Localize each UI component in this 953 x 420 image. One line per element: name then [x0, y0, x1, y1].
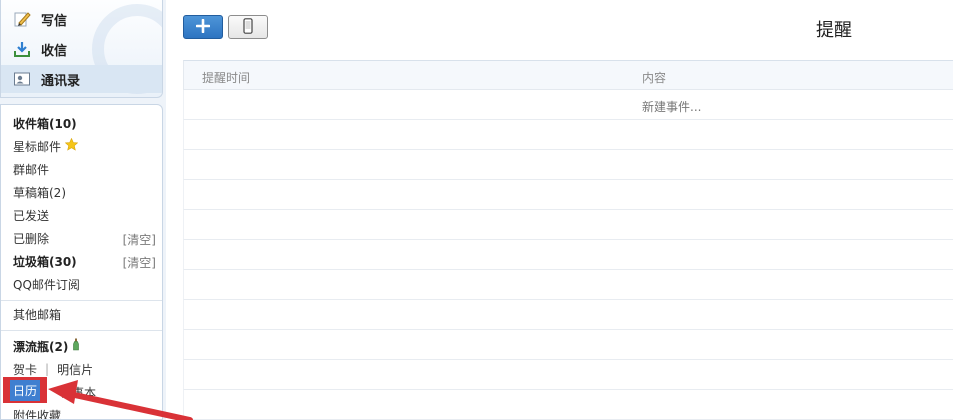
folder-subscriptions[interactable]: QQ邮件订阅	[13, 274, 80, 294]
calendar-link[interactable]: 日历	[3, 377, 47, 403]
folder-attachments-label: 附件收藏	[13, 408, 62, 420]
receive-label: 收信	[41, 43, 68, 59]
clear-deleted-button[interactable]: [清空]	[123, 231, 156, 248]
table-row	[183, 270, 953, 300]
folder-starred-label: 星标邮件	[13, 139, 62, 154]
receive-link[interactable]: 收信	[1, 35, 162, 63]
divider	[1, 300, 162, 301]
folder-inbox-label: 收件箱(10)	[13, 116, 77, 131]
folder-sent[interactable]: 已发送	[13, 205, 49, 225]
greeting-card-postcard-row: 贺卡 | 明信片	[13, 359, 93, 379]
notes-label: 记事本	[60, 385, 97, 400]
compose-link[interactable]: 写信	[1, 5, 162, 33]
folder-drift-bottle[interactable]: 漂流瓶(2)	[13, 336, 80, 356]
folder-deleted[interactable]: 已删除	[13, 228, 49, 248]
calendar-label: 日历	[9, 379, 40, 401]
inbox-download-icon	[13, 40, 31, 58]
toolbar: 提醒	[166, 0, 953, 58]
table-row	[183, 360, 953, 390]
folder-group-label: 群邮件	[13, 162, 50, 177]
compose-label: 写信	[41, 13, 68, 29]
mobile-phone-icon	[243, 17, 253, 37]
table-row	[183, 390, 953, 420]
plus-icon	[195, 18, 211, 36]
mobile-reminder-button[interactable]	[228, 15, 268, 39]
table-row	[183, 330, 953, 360]
sidebar: 写信 收信 通讯录 收件箱(10) 星标邮件 群邮件 草稿箱(2) 已发送 已删…	[0, 0, 166, 420]
pencil-icon	[13, 10, 31, 28]
notes-link[interactable]: 记事本	[60, 382, 96, 402]
add-reminder-button[interactable]	[183, 15, 223, 39]
divider	[1, 330, 162, 331]
folder-other-mailbox[interactable]: 其他邮箱	[13, 304, 61, 324]
table-row[interactable]: 新建事件...	[183, 90, 953, 120]
folder-spam[interactable]: 垃圾箱(30)	[13, 251, 77, 271]
clear-spam-button[interactable]: [清空]	[123, 254, 156, 271]
folder-drafts-label: 草稿箱(2)	[13, 185, 66, 200]
column-header-content: 内容	[642, 71, 667, 85]
greeting-card-link[interactable]: 贺卡	[13, 361, 37, 378]
column-header-time: 提醒时间	[202, 71, 251, 85]
reminder-table: 提醒时间 内容 新建事件...	[183, 60, 953, 420]
folder-other-mailbox-label: 其他邮箱	[13, 307, 62, 322]
contacts-label: 通讯录	[41, 73, 81, 89]
table-row	[183, 150, 953, 180]
postcard-link[interactable]: 明信片	[57, 361, 93, 378]
table-row	[183, 180, 953, 210]
folder-inbox[interactable]: 收件箱(10)	[13, 113, 77, 133]
table-row	[183, 120, 953, 150]
table-row	[183, 210, 953, 240]
folder-spam-label: 垃圾箱(30)	[13, 254, 77, 269]
star-icon	[64, 137, 79, 154]
page-title: 提醒	[816, 20, 852, 41]
folder-subscriptions-label: QQ邮件订阅	[13, 277, 80, 292]
folder-drift-bottle-label: 漂流瓶(2)	[13, 339, 69, 354]
table-row	[183, 300, 953, 330]
new-event-link[interactable]: 新建事件...	[642, 98, 701, 115]
folder-sent-label: 已发送	[13, 208, 50, 223]
quick-actions-panel: 写信 收信 通讯录	[0, 0, 163, 98]
folder-list: 收件箱(10) 星标邮件 群邮件 草稿箱(2) 已发送 已删除 [清空] 垃圾箱…	[0, 104, 163, 420]
folder-attachments[interactable]: 附件收藏	[13, 405, 61, 420]
main-content: 提醒 提醒时间 内容 新建事件...	[166, 0, 953, 420]
contacts-link[interactable]: 通讯录	[1, 65, 162, 93]
table-row	[183, 240, 953, 270]
contacts-card-icon	[13, 70, 31, 88]
folder-starred[interactable]: 星标邮件	[13, 136, 79, 156]
bottle-icon	[72, 338, 80, 354]
folder-group-mail[interactable]: 群邮件	[13, 159, 49, 179]
folder-drafts[interactable]: 草稿箱(2)	[13, 182, 66, 202]
separator: |	[45, 362, 50, 376]
folder-deleted-label: 已删除	[13, 231, 50, 246]
table-header: 提醒时间 内容	[183, 60, 953, 90]
